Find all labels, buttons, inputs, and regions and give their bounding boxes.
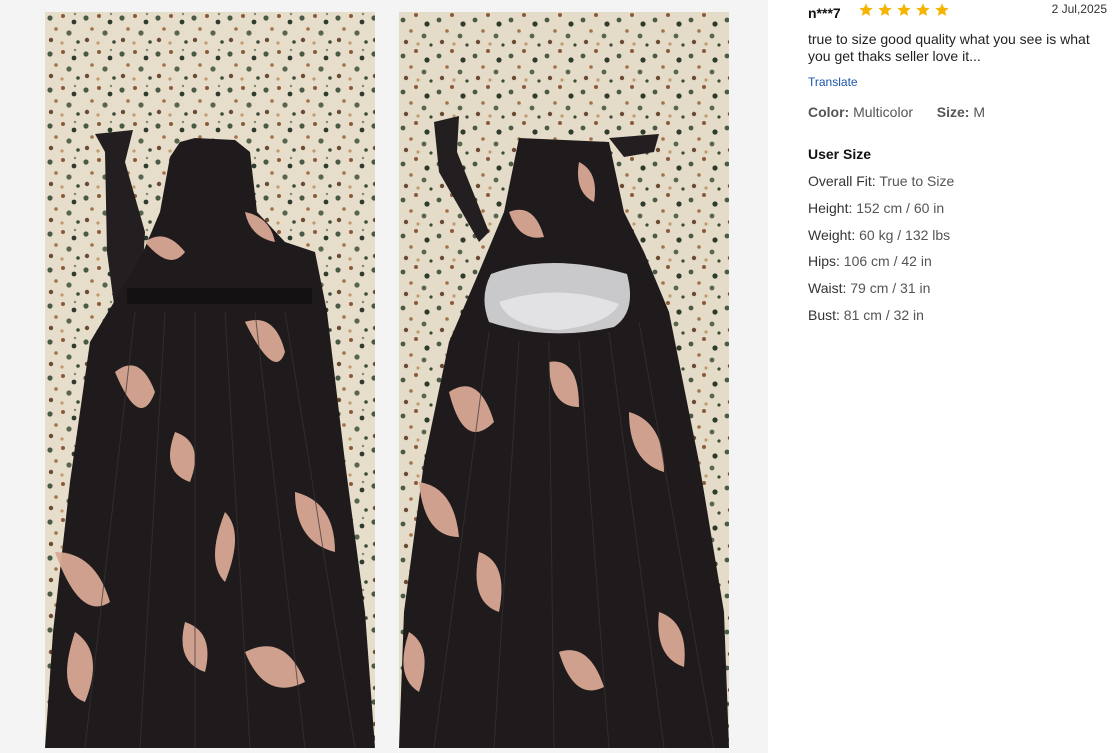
metric-label: Waist:: [808, 280, 847, 297]
size-row-overall-fit: Overall Fit: True to Size: [808, 173, 954, 200]
reviewer-username: n***7: [808, 5, 841, 21]
star-icon: [878, 3, 892, 16]
star-icon: [859, 3, 873, 16]
size-row-height: Height: 152 cm / 60 in: [808, 200, 954, 227]
size-row-waist: Waist: 79 cm / 31 in: [808, 280, 954, 307]
star-icon: [897, 3, 911, 16]
metric-label: Weight:: [808, 226, 856, 243]
user-size-title: User Size: [808, 146, 872, 162]
size-row-hips: Hips: 106 cm / 42 in: [808, 253, 954, 280]
color-label: Color:: [808, 104, 850, 120]
review-comment: true to size good quality what you see i…: [808, 31, 1090, 64]
size-value: M: [973, 104, 986, 120]
user-size-list: Overall Fit: True to Size Height: 152 cm…: [808, 173, 954, 334]
size-row-bust: Bust: 81 cm / 32 in: [808, 307, 954, 334]
metric-label: Height:: [808, 199, 853, 216]
size-row-weight: Weight: 60 kg / 132 lbs: [808, 227, 954, 254]
dress-front-photo[interactable]: [45, 12, 375, 748]
review-header: n***7 2 Jul,2025: [808, 0, 1117, 24]
metric-label: Overall Fit:: [808, 173, 876, 189]
star-icon: [935, 3, 949, 16]
metric-value: 79 cm / 31 in: [850, 280, 931, 297]
purchased-attributes: Color: Multicolor Size: M: [808, 104, 985, 120]
color-value: Multicolor: [853, 104, 914, 120]
translate-link[interactable]: Translate: [808, 75, 858, 89]
review-date: 2 Jul,2025: [1051, 2, 1107, 16]
metric-label: Hips:: [808, 253, 840, 270]
metric-value: 60 kg / 132 lbs: [859, 226, 951, 243]
star-rating: [858, 2, 950, 18]
review-photo-gallery: [0, 0, 768, 753]
metric-label: Bust:: [808, 306, 840, 323]
metric-value: 81 cm / 32 in: [843, 306, 924, 323]
star-icon: [916, 3, 930, 16]
metric-value: 152 cm / 60 in: [856, 199, 945, 216]
metric-value: True to Size: [879, 173, 955, 189]
metric-value: 106 cm / 42 in: [843, 253, 932, 270]
size-label: Size:: [936, 104, 970, 120]
dress-back-photo[interactable]: [399, 12, 729, 748]
